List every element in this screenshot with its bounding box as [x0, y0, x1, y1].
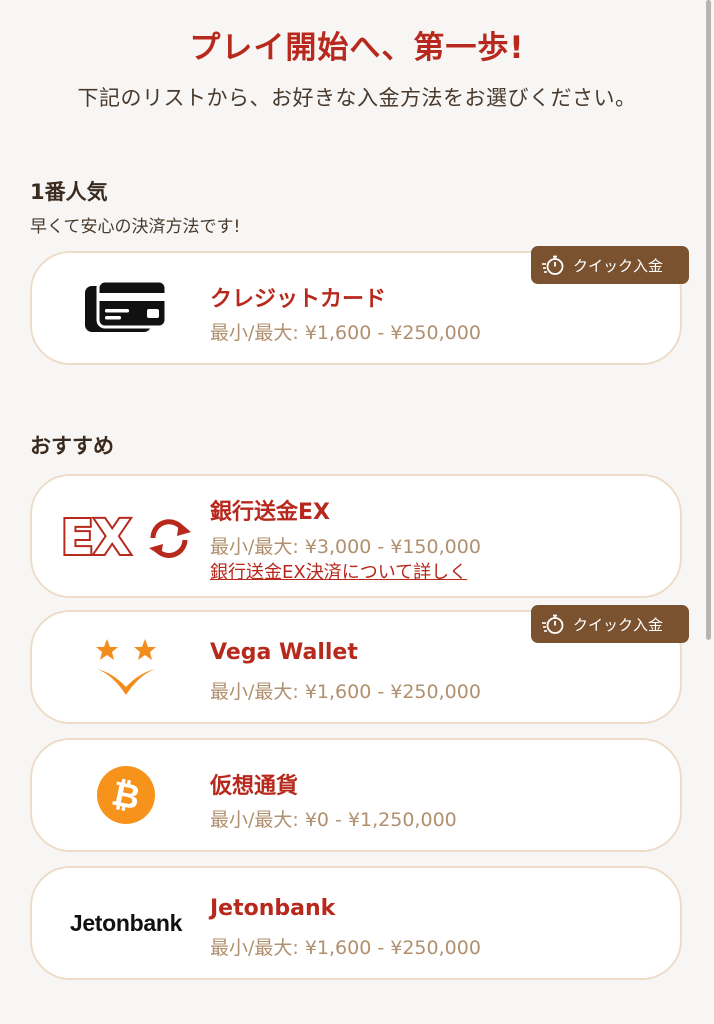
section-subtitle-popular: 早くて安心の決済方法です!	[30, 217, 241, 237]
bitcoin-icon: ₿	[56, 757, 196, 833]
method-name: 銀行送金EX	[210, 500, 330, 525]
ex-logo-text: EX	[61, 510, 131, 562]
method-range: 最小/最大: ¥1,600 - ¥250,000	[210, 322, 481, 344]
method-name: 仮想通貨	[210, 774, 299, 799]
stopwatch-icon	[542, 255, 564, 275]
ex-logo: EX	[56, 498, 196, 574]
quick-deposit-badge[interactable]: クイック入金	[531, 246, 689, 284]
payment-method-crypto[interactable]: ₿ 仮想通貨 最小/最大: ¥0 - ¥1,250,000	[30, 738, 682, 852]
quick-deposit-label: クイック入金	[573, 615, 664, 634]
quick-deposit-badge[interactable]: クイック入金	[531, 605, 689, 643]
method-range: 最小/最大: ¥0 - ¥1,250,000	[210, 809, 457, 831]
method-name: Vega Wallet	[210, 640, 358, 665]
quick-deposit-label: クイック入金	[573, 256, 664, 275]
page-title: プレイ開始へ、第一歩!	[189, 30, 525, 66]
stopwatch-icon	[542, 614, 564, 634]
method-name: クレジットカード	[210, 287, 387, 312]
method-name: Jetonbank	[210, 896, 336, 921]
payment-method-jetonbank[interactable]: Jetonbank Jetonbank 最小/最大: ¥1,600 - ¥250…	[30, 866, 682, 980]
jetonbank-logo-text: Jetonbank	[69, 909, 183, 936]
vega-wallet-logo	[56, 629, 196, 705]
method-range: 最小/最大: ¥1,600 - ¥250,000	[210, 681, 481, 703]
credit-card-icon	[56, 270, 196, 346]
payment-method-bank-transfer-ex[interactable]: EX 銀行送金EX 最小/最大: ¥3,000 - ¥150,000 銀行送金E…	[30, 474, 682, 598]
method-range: 最小/最大: ¥3,000 - ¥150,000	[210, 536, 481, 558]
page-subtitle: 下記のリストから、お好きな入金方法をお選びください。	[77, 86, 637, 110]
jetonbank-logo: Jetonbank	[56, 885, 196, 961]
bank-transfer-ex-details-link[interactable]: 銀行送金EX決済について詳しく	[210, 558, 467, 584]
method-range: 最小/最大: ¥1,600 - ¥250,000	[210, 937, 481, 959]
section-title-popular: 1番人気	[30, 180, 108, 204]
section-title-recommended: おすすめ	[30, 434, 114, 458]
